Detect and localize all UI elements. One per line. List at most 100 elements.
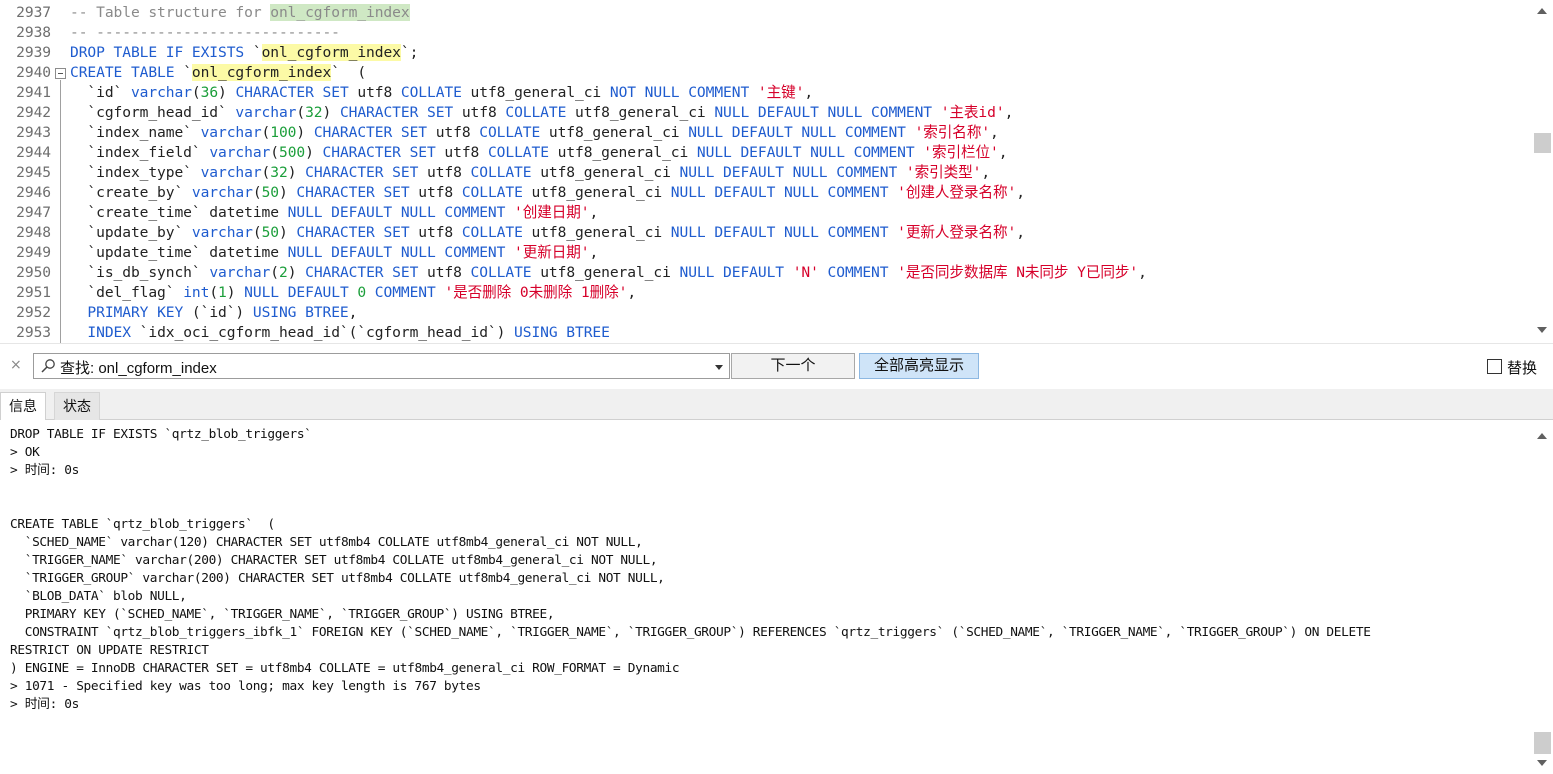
code-line[interactable]: 2938 -- ---------------------------- — [0, 23, 1532, 43]
code-token: NULL DEFAULT NULL COMMENT — [670, 184, 898, 201]
code-token: , — [1016, 184, 1025, 201]
line-number: 2953 — [16, 324, 51, 341]
close-icon[interactable]: × — [10, 357, 22, 373]
code-line[interactable]: 2943 `index_name` varchar(100) CHARACTER… — [0, 123, 1532, 143]
log-line: `TRIGGER_NAME` varchar(200) CHARACTER SE… — [10, 553, 658, 568]
code-token: 100 — [270, 124, 297, 141]
line-number: 2949 — [16, 244, 51, 261]
code-line[interactable]: 2940 CREATE TABLE `onl_cgform_index` ( — [0, 63, 1532, 83]
line-number: 2948 — [16, 224, 51, 241]
tab-status[interactable]: 状态 — [54, 392, 100, 420]
code-token: onl_cgform_index — [191, 64, 332, 81]
code-token: '主表id' — [940, 104, 1005, 121]
code-token: `; — [400, 44, 419, 61]
code-token: varchar — [200, 164, 262, 181]
code-line[interactable]: 2950 `is_db_synch` varchar(2) CHARACTER … — [0, 263, 1532, 283]
code-token: ( — [209, 284, 219, 301]
output-scroll-thumb[interactable] — [1534, 732, 1551, 754]
code-token: CHARACTER SET — [305, 264, 428, 281]
line-number: 2946 — [16, 184, 51, 201]
code-token: '是否同步数据库 N未同步 Y已同步' — [897, 264, 1139, 281]
code-token: (`id`) — [191, 304, 253, 321]
code-line[interactable]: 2946 `create_by` varchar(50) CHARACTER S… — [0, 183, 1532, 203]
code-line[interactable]: 2952 PRIMARY KEY (`id`) USING BTREE, — [0, 303, 1532, 323]
line-number: 2940 — [16, 64, 51, 81]
code-text: `update_by` varchar(50) CHARACTER SET ut… — [70, 223, 1025, 243]
code-text: `index_field` varchar(500) CHARACTER SET… — [70, 143, 1007, 163]
chevron-down-icon[interactable] — [715, 365, 723, 370]
code-line[interactable]: 2945 `index_type` varchar(32) CHARACTER … — [0, 163, 1532, 183]
code-token: , — [1138, 264, 1147, 281]
code-text: INDEX `idx_oci_cgform_head_id`(`cgform_h… — [70, 323, 609, 343]
code-line[interactable]: 2937 -- Table structure for onl_cgform_in… — [0, 3, 1532, 23]
code-token: CHARACTER SET — [313, 124, 436, 141]
line-number: 2941 — [16, 84, 51, 101]
scroll-up-arrow-icon[interactable] — [1537, 8, 1547, 14]
log-line: ) ENGINE = InnoDB CHARACTER SET = utf8mb… — [10, 661, 680, 676]
search-icon — [41, 359, 55, 373]
code-line[interactable]: 2951 `del_flag` int(1) NULL DEFAULT 0 CO… — [0, 283, 1532, 303]
code-token: `is_db_synch` — [70, 264, 210, 281]
code-token: ( — [261, 124, 271, 141]
code-line[interactable]: 2941 `id` varchar(36) CHARACTER SET utf8… — [0, 83, 1532, 103]
code-token: '是否删除 0未删除 1删除' — [444, 284, 628, 301]
scroll-up-arrow-icon[interactable] — [1537, 433, 1547, 439]
highlight-all-button[interactable]: 全部高亮显示 — [859, 353, 979, 379]
code-token: NOT NULL COMMENT — [609, 84, 758, 101]
editor-code-area[interactable]: 2937 -- Table structure for onl_cgform_in… — [0, 3, 1532, 343]
find-input[interactable]: 查找: onl_cgform_index — [33, 353, 730, 379]
code-token: utf8_general_ci — [540, 164, 680, 181]
fold-collapse-icon[interactable] — [55, 68, 66, 79]
code-token: COLLATE — [461, 224, 532, 241]
find-input-value[interactable]: 查找: onl_cgform_index — [60, 357, 217, 378]
code-token: ) — [287, 264, 306, 281]
code-line[interactable]: 2948 `update_by` varchar(50) CHARACTER S… — [0, 223, 1532, 243]
code-token: 50 — [261, 184, 280, 201]
code-text: DROP TABLE IF EXISTS `onl_cgform_index`; — [70, 43, 418, 63]
fold-guide-line — [60, 80, 61, 343]
scroll-down-arrow-icon[interactable] — [1537, 760, 1547, 766]
sql-editor[interactable]: 2937 -- Table structure for onl_cgform_in… — [0, 0, 1553, 343]
code-token: DROP TABLE IF EXISTS — [70, 44, 253, 61]
code-token: '更新人登录名称' — [897, 224, 1017, 241]
code-token: NULL DEFAULT NULL COMMENT — [670, 224, 898, 241]
code-token: utf8 — [427, 164, 471, 181]
code-token: `index_field` — [70, 144, 210, 161]
code-token: -- Table structure for — [70, 4, 271, 21]
line-number: 2937 — [16, 4, 51, 21]
code-token: ( — [296, 104, 306, 121]
code-token: ) — [278, 184, 297, 201]
code-token: , — [990, 124, 999, 141]
code-text: PRIMARY KEY (`id`) USING BTREE, — [70, 303, 357, 323]
code-token: CHARACTER SET — [296, 224, 419, 241]
code-line[interactable]: 2953 INDEX `idx_oci_cgform_head_id`(`cgf… — [0, 323, 1532, 343]
code-line[interactable]: 2942 `cgform_head_id` varchar(32) CHARAC… — [0, 103, 1532, 123]
code-line[interactable]: 2939 DROP TABLE IF EXISTS `onl_cgform_ind… — [0, 43, 1532, 63]
output-vertical-scrollbar[interactable] — [1532, 420, 1553, 774]
line-number: 2944 — [16, 144, 51, 161]
code-token: ` — [252, 44, 262, 61]
code-token: CHARACTER SET — [305, 164, 427, 181]
code-token: utf8 — [357, 84, 401, 101]
find-next-button[interactable]: 下一个 — [731, 353, 855, 379]
code-token: utf8_general_ci — [540, 264, 680, 281]
code-token: 0 — [357, 284, 375, 301]
code-token: ( — [252, 184, 262, 201]
scroll-down-arrow-icon[interactable] — [1537, 327, 1547, 333]
code-line[interactable]: 2949 `update_time` datetime NULL DEFAULT… — [0, 243, 1532, 263]
editor-scroll-thumb[interactable] — [1534, 133, 1551, 153]
editor-vertical-scrollbar[interactable] — [1532, 0, 1553, 343]
code-token: '索引名称' — [914, 124, 991, 141]
code-token: NULL DEFAULT NULL COMMENT — [714, 104, 941, 121]
code-line[interactable]: 2947 `create_time` datetime NULL DEFAULT… — [0, 203, 1532, 223]
replace-checkbox[interactable] — [1487, 359, 1502, 374]
code-line[interactable]: 2944 `index_field` varchar(500) CHARACTE… — [0, 143, 1532, 163]
tab-info[interactable]: 信息 — [0, 392, 46, 421]
code-token: CHARACTER SET — [322, 144, 445, 161]
log-line: > OK — [10, 445, 40, 460]
code-token: ) — [278, 224, 297, 241]
log-line: > 1071 - Specified key was too long; max… — [10, 679, 481, 694]
message-output-panel[interactable]: DROP TABLE IF EXISTS `qrtz_blob_triggers… — [0, 420, 1553, 774]
code-token: COLLATE — [470, 164, 541, 181]
